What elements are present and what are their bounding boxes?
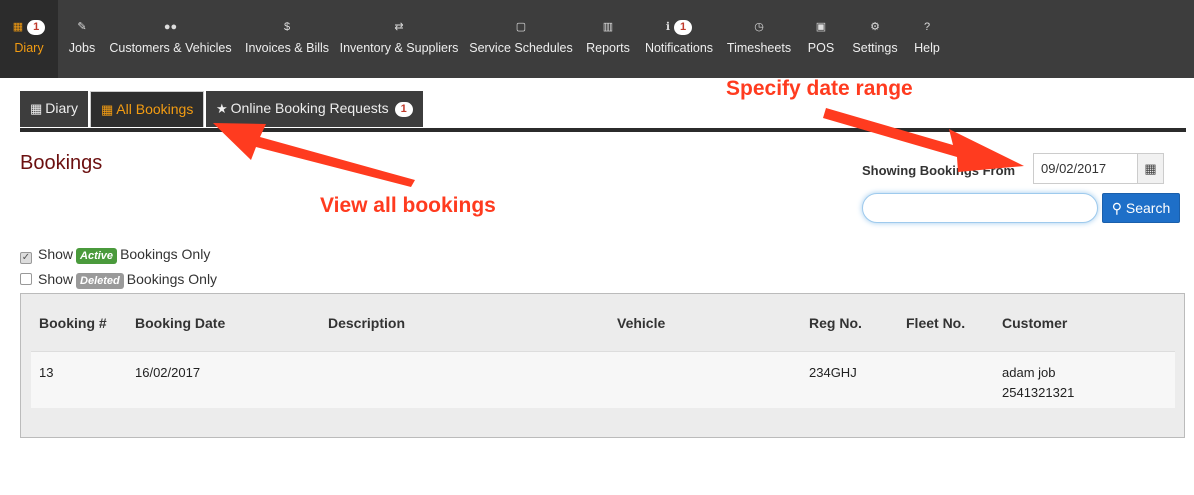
deleted-only-checkbox[interactable]	[20, 273, 32, 285]
tab-online-booking-requests[interactable]: ★ Online Booking Requests 1	[206, 91, 423, 127]
nav-help[interactable]: ? Help	[910, 0, 944, 78]
bookings-table: Booking # Booking Date Description Vehic…	[20, 293, 1185, 438]
nav-label: Jobs	[68, 41, 96, 55]
nav-diary[interactable]: ▦ 1 Diary	[0, 0, 58, 78]
nav-label: Timesheets	[726, 41, 792, 55]
column-header-reg-no[interactable]: Reg No.	[809, 315, 862, 331]
filter-deleted-only: Show Deleted Bookings Only	[20, 270, 217, 289]
nav-notifications[interactable]: ℹ1 Notifications	[641, 0, 717, 78]
nav-label: Reports	[586, 41, 630, 55]
wrench-icon: ✎	[77, 21, 87, 33]
filter-prefix: Show	[38, 246, 74, 262]
calendar-icon: ▦	[30, 101, 43, 116]
table-row[interactable]: 13 16/02/2017 234GHJ adam job 2541321321	[31, 351, 1175, 408]
retweet-icon: ⇄	[394, 21, 404, 33]
nav-invoices-bills[interactable]: $ Invoices & Bills	[240, 0, 334, 78]
bar-chart-icon: ▥	[602, 21, 614, 33]
online-requests-badge: 1	[394, 102, 413, 117]
tab-all-bookings[interactable]: ▦ All Bookings	[90, 91, 205, 127]
cogs-icon: ⚙	[870, 21, 880, 33]
star-icon: ★	[216, 101, 228, 116]
question-icon: ?	[923, 21, 931, 33]
column-header-customer[interactable]: Customer	[1002, 315, 1067, 331]
calendar-picker-button[interactable]: ▦	[1137, 153, 1164, 184]
column-header-fleet-no[interactable]: Fleet No.	[906, 315, 965, 331]
nav-timesheets[interactable]: ◷ Timesheets	[724, 0, 794, 78]
info-circle-icon: ℹ	[665, 21, 671, 33]
nav-customers-vehicles[interactable]: ●● Customers & Vehicles	[108, 0, 233, 78]
active-only-checkbox[interactable]: ✓	[20, 252, 32, 264]
column-header-description[interactable]: Description	[328, 315, 405, 331]
cell-booking-no: 13	[39, 365, 54, 380]
nav-reports[interactable]: ▥ Reports	[583, 0, 633, 78]
search-button-label: Search	[1125, 200, 1171, 216]
nav-label: POS	[807, 41, 835, 55]
column-header-vehicle[interactable]: Vehicle	[617, 315, 665, 331]
cell-booking-date: 16/02/2017	[135, 365, 201, 380]
top-navigation: ▦ 1 Diary ✎ Jobs ●● Customers & Vehicles …	[0, 0, 1194, 78]
tab-label: Diary	[45, 100, 78, 116]
nav-label: Diary	[14, 41, 44, 55]
nav-settings[interactable]: ⚙ Settings	[848, 0, 902, 78]
nav-label: Settings	[852, 41, 898, 55]
nav-jobs[interactable]: ✎ Jobs	[62, 0, 102, 78]
clock-icon: ◷	[754, 21, 764, 33]
annotation-date-range: Specify date range	[726, 77, 913, 100]
page-title: Bookings	[20, 152, 103, 174]
calendar-icon: ▦	[1144, 161, 1157, 176]
tab-diary[interactable]: ▦ Diary	[20, 91, 88, 127]
filter-suffix: Bookings Only	[120, 246, 211, 262]
calendar-icon: ▦	[12, 21, 24, 33]
search-input[interactable]	[862, 193, 1098, 223]
tab-label: All Bookings	[116, 101, 194, 117]
date-filter-label: Showing Bookings From	[862, 163, 1016, 178]
notifications-badge: 1	[674, 19, 693, 35]
nav-pos[interactable]: ▣ POS	[802, 0, 840, 78]
customer-name: adam job	[1002, 365, 1056, 380]
annotation-view-all: View all bookings	[320, 194, 496, 217]
nav-label: Service Schedules	[469, 41, 573, 55]
filter-prefix: Show	[38, 271, 74, 287]
active-label-pill: Active	[76, 248, 118, 264]
filter-active-only: ✓ Show Active Bookings Only	[20, 245, 210, 264]
nav-label: Help	[914, 41, 940, 55]
users-icon: ●●	[163, 21, 178, 33]
customer-phone: 2541321321	[1002, 385, 1075, 400]
filter-suffix: Bookings Only	[126, 271, 218, 287]
cell-reg-no: 234GHJ	[809, 365, 857, 380]
nav-inventory-suppliers[interactable]: ⇄ Inventory & Suppliers	[338, 0, 460, 78]
search-button[interactable]: ⚲ Search	[1102, 193, 1180, 223]
money-icon: ▣	[815, 21, 827, 33]
date-from-input[interactable]: 09/02/2017	[1033, 153, 1137, 184]
deleted-label-pill: Deleted	[76, 273, 124, 289]
calendar-o-icon: ▢	[515, 21, 527, 33]
cell-customer: adam job 2541321321	[1002, 363, 1074, 403]
arrow-to-all-bookings-tab	[213, 123, 415, 187]
nav-label: Notifications	[644, 41, 714, 55]
nav-label: Inventory & Suppliers	[339, 41, 459, 55]
nav-label: Customers & Vehicles	[109, 41, 232, 55]
search-icon: ⚲	[1111, 200, 1122, 216]
tab-label: Online Booking Requests	[230, 100, 389, 116]
calendar-icon: ▦	[101, 102, 114, 117]
column-header-booking-date[interactable]: Booking Date	[135, 315, 225, 331]
diary-badge: 1	[27, 19, 46, 35]
dollar-icon: $	[283, 21, 291, 33]
tab-divider	[20, 128, 1186, 132]
nav-service-schedules[interactable]: ▢ Service Schedules	[467, 0, 575, 78]
column-header-booking-no[interactable]: Booking #	[39, 315, 107, 331]
nav-label: Invoices & Bills	[244, 41, 330, 55]
